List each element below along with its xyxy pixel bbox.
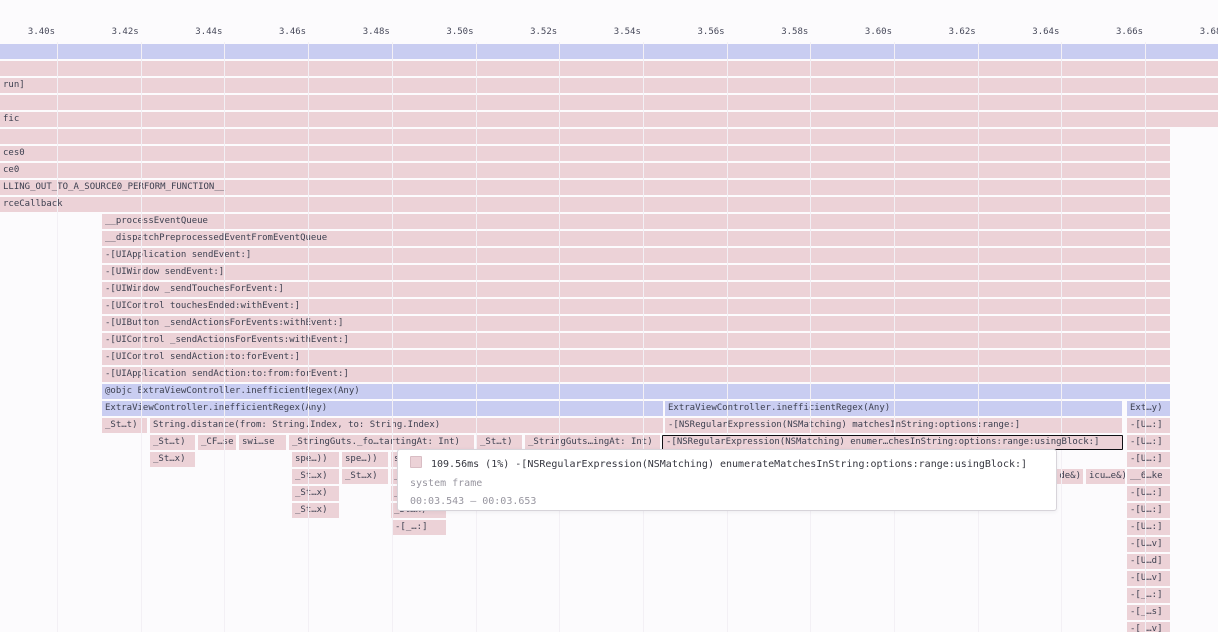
flame-frame[interactable]: String.distance(from: String.Index, to: …: [150, 418, 663, 433]
flame-frame[interactable]: [0, 61, 1218, 76]
time-tick-label: 3.48s: [363, 27, 390, 39]
time-tick-label: 3.50s: [446, 27, 473, 39]
flame-frame[interactable]: fic: [0, 112, 1218, 127]
flame-frame[interactable]: run]: [0, 78, 1218, 93]
flame-frame[interactable]: -[U…:]: [1127, 452, 1170, 467]
flame-frame[interactable]: LLING_OUT_TO_A_SOURCE0_PERFORM_FUNCTION_…: [0, 180, 1170, 195]
time-tick-label: 3.66s: [1116, 27, 1143, 39]
flame-frame[interactable]: -[U…v]: [1127, 571, 1170, 586]
flame-frame[interactable]: _StringGuts._fo…tartingAt: Int): [289, 435, 474, 450]
flame-frame[interactable]: -[UIApplication sendEvent:]: [102, 248, 1170, 263]
frame-tooltip: 109.56ms (1%) -[NSRegularExpression(NSMa…: [397, 449, 1057, 511]
flame-frame[interactable]: -[_…:]: [392, 520, 446, 535]
flame-frame[interactable]: -[U…:]: [1127, 435, 1170, 450]
flame-chart[interactable]: 109.56ms (1%) -[NSRegularExpression(NSMa…: [0, 0, 1218, 632]
flame-frame[interactable]: swi…se: [239, 435, 286, 450]
tooltip-title: 109.56ms (1%) -[NSRegularExpression(NSMa…: [410, 456, 1044, 472]
time-tick-label: 3.42s: [112, 27, 139, 39]
flame-frame[interactable]: -[UIControl sendAction:to:forEvent:]: [102, 350, 1170, 365]
flame-frame[interactable]: -[UIControl touchesEnded:withEvent:]: [102, 299, 1170, 314]
time-tick-label: 3.52s: [530, 27, 557, 39]
flame-frame[interactable]: _St…x): [292, 469, 339, 484]
flame-frame[interactable]: _St…x): [342, 469, 388, 484]
flame-frame[interactable]: ces0: [0, 146, 1170, 161]
tooltip-time-range: 00:03.543 — 00:03.653: [410, 495, 1044, 508]
flame-frame[interactable]: [0, 95, 1218, 110]
time-tick-label: 3.54s: [614, 27, 641, 39]
flame-frame[interactable]: -[_…:]: [1127, 588, 1170, 603]
flame-frame[interactable]: _StringGuts…ingAt: Int): [525, 435, 660, 450]
tooltip-category: system frame: [410, 477, 1044, 490]
time-tick-label: 3.56s: [698, 27, 725, 39]
flame-frame[interactable]: spe…)): [292, 452, 339, 467]
flame-frame[interactable]: _St…x): [150, 452, 195, 467]
flame-frame[interactable]: __dispatchPreprocessedEventFromEventQueu…: [102, 231, 1170, 246]
flame-frame[interactable]: _St…t): [102, 418, 147, 433]
flame-frame[interactable]: __processEventQueue: [102, 214, 1170, 229]
time-tick-label: 3.40s: [28, 27, 55, 39]
flame-frame[interactable]: @objc ExtraViewController.inefficientReg…: [102, 384, 1170, 399]
flame-frame[interactable]: -[_…s]: [1127, 605, 1170, 620]
time-tick-label: 3.62s: [949, 27, 976, 39]
flame-frame[interactable]: [0, 44, 1218, 59]
tooltip-title-text: 109.56ms (1%) -[NSRegularExpression(NSMa…: [431, 459, 1027, 470]
flame-frame[interactable]: _St…t): [150, 435, 195, 450]
flame-frame[interactable]: -[UIWindow _sendTouchesForEvent:]: [102, 282, 1170, 297]
flame-frame[interactable]: -[NSRegularExpression(NSMatching) matche…: [665, 418, 1122, 433]
flame-frame[interactable]: -[U…v]: [1127, 537, 1170, 552]
time-tick-label: 3.58s: [781, 27, 808, 39]
flame-frame[interactable]: [0, 129, 1170, 144]
flame-frame[interactable]: -[_…v]: [1127, 622, 1170, 632]
flame-frame[interactable]: ce0: [0, 163, 1170, 178]
flame-frame[interactable]: ExtraViewController.inefficientRegex(Any…: [665, 401, 1122, 416]
flame-frame[interactable]: -[U…:]: [1127, 486, 1170, 501]
flame-frame[interactable]: -[UIControl _sendActionsForEvents:withEv…: [102, 333, 1170, 348]
flame-frame[interactable]: __6…ke: [1127, 469, 1170, 484]
flame-frame[interactable]: -[U…:]: [1127, 418, 1170, 433]
flame-frame-selected[interactable]: -[NSRegularExpression(NSMatching) enumer…: [662, 435, 1123, 450]
flame-frame[interactable]: _CF…se: [198, 435, 236, 450]
flame-frame[interactable]: rceCallback: [0, 197, 1170, 212]
flame-frame[interactable]: -[U…d]: [1127, 554, 1170, 569]
flame-frame[interactable]: -[U…:]: [1127, 520, 1170, 535]
flame-frame[interactable]: -[U…:]: [1127, 503, 1170, 518]
time-tick-label: 3.44s: [195, 27, 222, 39]
flame-frame[interactable]: ExtraViewController.inefficientRegex(Any…: [102, 401, 663, 416]
flame-frame[interactable]: _St…x): [292, 486, 339, 501]
flame-frame[interactable]: spe…)): [342, 452, 388, 467]
flame-frame[interactable]: _St…x): [292, 503, 339, 518]
flame-frame[interactable]: -[UIWindow sendEvent:]: [102, 265, 1170, 280]
flame-frame[interactable]: _St…t): [477, 435, 522, 450]
flame-frame[interactable]: Ext…y): [1127, 401, 1170, 416]
flame-frame[interactable]: -[UIButton _sendActionsForEvents:withEve…: [102, 316, 1170, 331]
frame-color-swatch: [410, 456, 422, 468]
time-tick-label: 3.64s: [1032, 27, 1059, 39]
flame-frame[interactable]: icu…e&): [1086, 469, 1125, 484]
flame-frame[interactable]: -[UIApplication sendAction:to:from:forEv…: [102, 367, 1170, 382]
time-tick-label: 3.60s: [865, 27, 892, 39]
time-tick-label: 3.46s: [279, 27, 306, 39]
time-tick-label: 3.68s: [1200, 27, 1218, 39]
